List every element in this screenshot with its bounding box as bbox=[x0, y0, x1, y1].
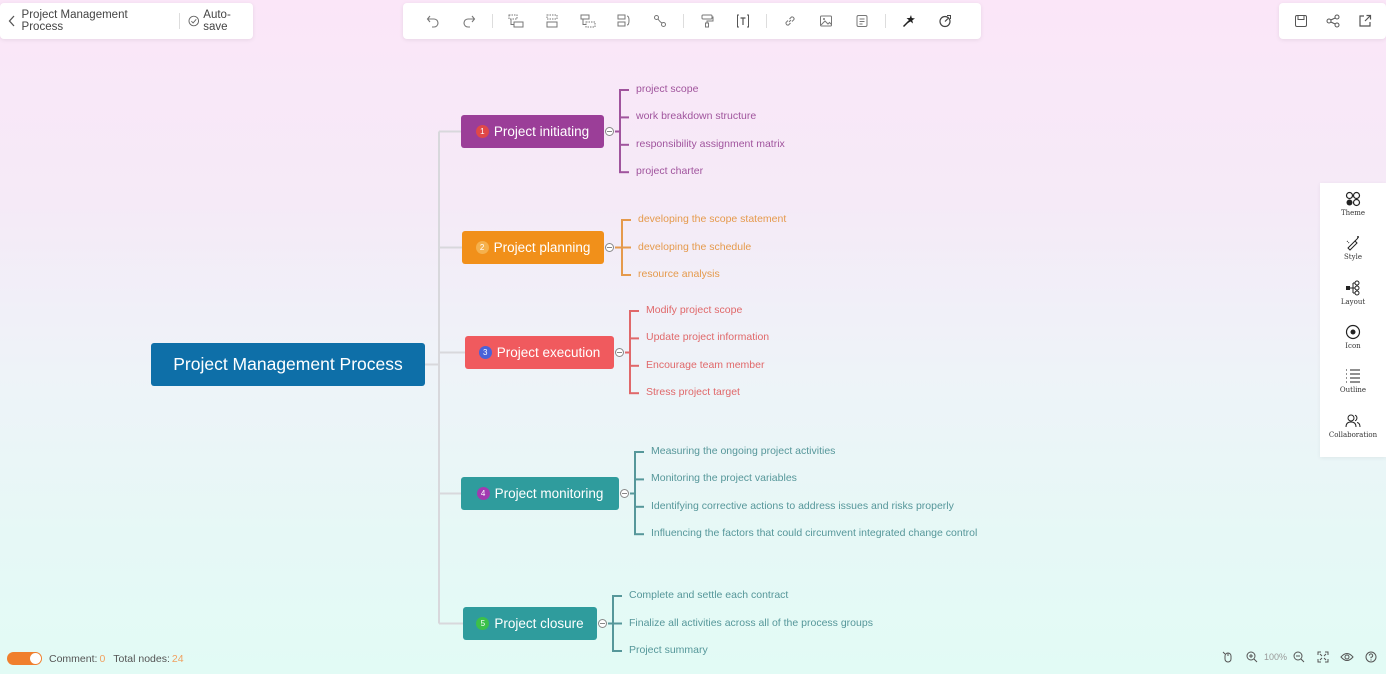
priority-badge-icon: 2 bbox=[475, 241, 489, 254]
root-topic[interactable]: Project Management Process bbox=[151, 343, 425, 386]
fit-screen-button[interactable] bbox=[1311, 648, 1335, 666]
priority-badge-icon: 5 bbox=[476, 617, 490, 630]
subtopic[interactable]: project charter bbox=[636, 165, 703, 177]
help-icon bbox=[1365, 651, 1377, 663]
subtopic[interactable]: Finalize all activities across all of th… bbox=[629, 617, 873, 629]
priority-badge-icon: 3 bbox=[478, 346, 492, 359]
help-button[interactable] bbox=[1359, 648, 1383, 666]
collapse-toggle[interactable] bbox=[598, 618, 607, 628]
subtopic[interactable]: Update project information bbox=[646, 331, 769, 343]
total-nodes-count: 24 bbox=[171, 652, 184, 665]
branch-topic-label: Project closure bbox=[494, 616, 584, 631]
collapse-toggle[interactable] bbox=[615, 347, 624, 357]
zoom-out-button[interactable] bbox=[1287, 648, 1311, 666]
subtopic[interactable]: responsibility assignment matrix bbox=[636, 138, 785, 150]
preview-button[interactable] bbox=[1335, 648, 1359, 666]
collapse-toggle[interactable] bbox=[605, 126, 614, 136]
pan-mode-button[interactable] bbox=[1216, 648, 1240, 666]
subtopic[interactable]: Modify project scope bbox=[646, 304, 742, 316]
zoom-in-button[interactable] bbox=[1240, 648, 1264, 666]
zoom-out-icon bbox=[1293, 651, 1305, 663]
collapse-toggle[interactable] bbox=[620, 488, 629, 498]
subtopic[interactable]: project scope bbox=[636, 83, 698, 95]
eye-icon bbox=[1340, 653, 1354, 661]
comment-count: 0 bbox=[99, 652, 106, 665]
mouse-hand-icon bbox=[1222, 651, 1232, 663]
subtopic[interactable]: Complete and settle each contract bbox=[629, 589, 788, 601]
total-nodes-label: Total nodes: bbox=[113, 652, 170, 665]
subtopic[interactable]: Project summary bbox=[629, 644, 708, 656]
branch-topic[interactable]: 2 Project planning bbox=[462, 231, 604, 264]
status-bar: Comment: 0 Total nodes: 24 bbox=[7, 652, 184, 665]
subtopic[interactable]: Encourage team member bbox=[646, 359, 764, 371]
branch-topic-label: Project monitoring bbox=[494, 486, 604, 501]
branch-topic[interactable]: 5 Project closure bbox=[463, 607, 597, 640]
view-controls: 100% bbox=[1216, 648, 1383, 666]
zoom-in-icon bbox=[1246, 651, 1258, 663]
root-topic-label: Project Management Process bbox=[173, 354, 403, 374]
subtopic[interactable]: Identifying corrective actions to addres… bbox=[651, 500, 954, 512]
subtopic[interactable]: work breakdown structure bbox=[636, 110, 756, 122]
comment-label: Comment: bbox=[49, 652, 98, 665]
subtopic[interactable]: Influencing the factors that could circu… bbox=[651, 527, 977, 539]
subtopic[interactable]: developing the schedule bbox=[638, 241, 751, 253]
zoom-level: 100% bbox=[1264, 652, 1288, 662]
subtopic[interactable]: developing the scope statement bbox=[638, 213, 786, 225]
subtopic[interactable]: Stress project target bbox=[646, 386, 740, 398]
branch-topic-label: Project execution bbox=[496, 345, 601, 360]
priority-badge-icon: 4 bbox=[476, 487, 490, 500]
priority-badge-icon: 1 bbox=[475, 125, 489, 138]
subtopic[interactable]: Monitoring the project variables bbox=[651, 472, 797, 484]
branch-topic[interactable]: 4 Project monitoring bbox=[461, 477, 619, 510]
comment-toggle[interactable] bbox=[7, 652, 42, 665]
branch-topic-label: Project initiating bbox=[493, 124, 590, 139]
mindmap-canvas[interactable]: Project Management Process 1 Project ini… bbox=[0, 0, 1386, 674]
subtopic[interactable]: resource analysis bbox=[638, 268, 720, 280]
branch-topic-label: Project planning bbox=[493, 240, 591, 255]
subtopic[interactable]: Measuring the ongoing project activities bbox=[651, 445, 835, 457]
fit-screen-icon bbox=[1317, 651, 1329, 663]
collapse-toggle[interactable] bbox=[605, 242, 614, 252]
branch-topic[interactable]: 3 Project execution bbox=[465, 336, 614, 369]
branch-topic[interactable]: 1 Project initiating bbox=[461, 115, 604, 148]
